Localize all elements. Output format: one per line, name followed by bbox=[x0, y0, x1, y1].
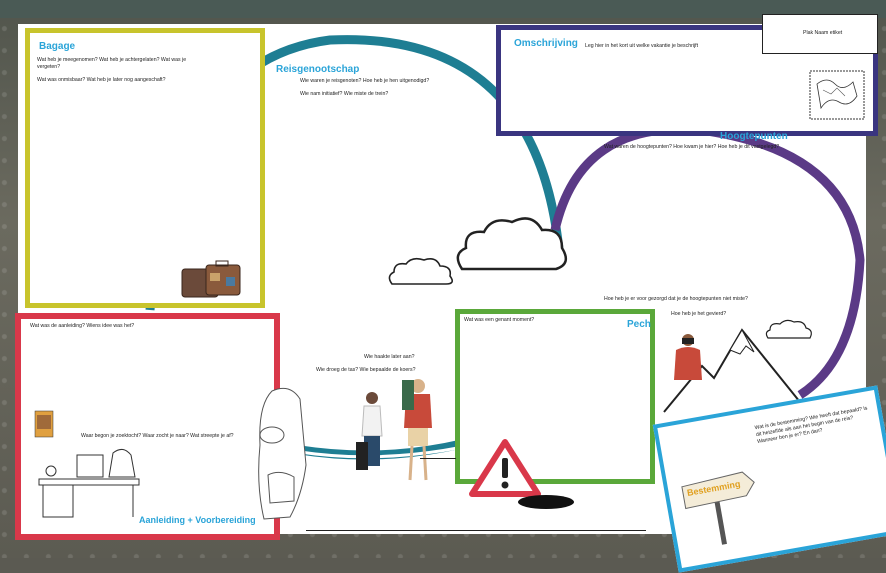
bagage-panel: Bagage Wat heb je meegenomen? Wat heb je… bbox=[25, 28, 265, 308]
warning-sign-icon bbox=[469, 439, 541, 497]
middle-question-1: Wie haakte later aan? bbox=[364, 354, 415, 360]
bestemming-question: Wat is de bestemming? Wie heeft dat bepa… bbox=[754, 405, 868, 446]
hoogtepunten-question-3: Hoe heb je het gevierd? bbox=[671, 311, 727, 317]
hole-icon bbox=[518, 495, 574, 509]
map-icon bbox=[809, 70, 865, 120]
hoogtepunten-title: Hoogtepunten bbox=[720, 131, 788, 142]
naam-etiket-box: Plak Naam etiket bbox=[762, 14, 878, 54]
omschrijving-text: Leg hier in het kort uit welke vakantie … bbox=[585, 43, 699, 49]
suitcase-icon bbox=[181, 260, 241, 298]
signpost-icon bbox=[681, 471, 755, 545]
photographer-figure bbox=[674, 334, 702, 380]
desk-sketch-icon bbox=[38, 449, 140, 518]
reisgenootschap-question-2: Wie nam initiatief? Wie miste de trein? bbox=[300, 91, 389, 97]
bagage-question-2: Wat was onmisbaar? Wat heb je later nog … bbox=[37, 77, 166, 83]
aanleiding-question-1: Wat was de aanleiding? Wiens idee was he… bbox=[30, 323, 135, 329]
bagage-title: Bagage bbox=[39, 41, 76, 52]
middle-question-2: Wie droeg de tas? Wie bepaalde de koers? bbox=[316, 367, 416, 373]
bagage-question-1: Wat heb je meegenomen? Wat heb je achter… bbox=[37, 57, 187, 71]
reisgenootschap-title: Reisgenootschap bbox=[276, 64, 360, 75]
ground-line-1 bbox=[420, 458, 456, 459]
hoogtepunten-question-1: Wat waren de hoogtepunten? Hoe kwam je h… bbox=[604, 144, 780, 150]
hoogtepunten-question-2: Hoe heb je er voor gezorgd dat je de hoo… bbox=[604, 296, 748, 302]
backpack-sketch-icon bbox=[258, 387, 307, 520]
omschrijving-title: Omschrijving bbox=[514, 38, 578, 49]
naam-etiket-label: Plak Naam etiket bbox=[803, 30, 843, 36]
pech-question-1: Wat was een genant moment? bbox=[464, 317, 535, 323]
cloud-icon-small bbox=[388, 257, 454, 285]
postcard-icon bbox=[34, 410, 54, 438]
ground-line-3 bbox=[306, 530, 646, 531]
pech-title: Pech bbox=[627, 319, 651, 330]
travellers-figure bbox=[356, 379, 432, 481]
reisgenootschap-question-1: Wie waren je reisgenoten? Hoe heb je hen… bbox=[300, 78, 430, 84]
cloud-icon-large bbox=[456, 217, 568, 271]
aanleiding-panel: Wat was de aanleiding? Wiens idee was he… bbox=[15, 313, 280, 540]
